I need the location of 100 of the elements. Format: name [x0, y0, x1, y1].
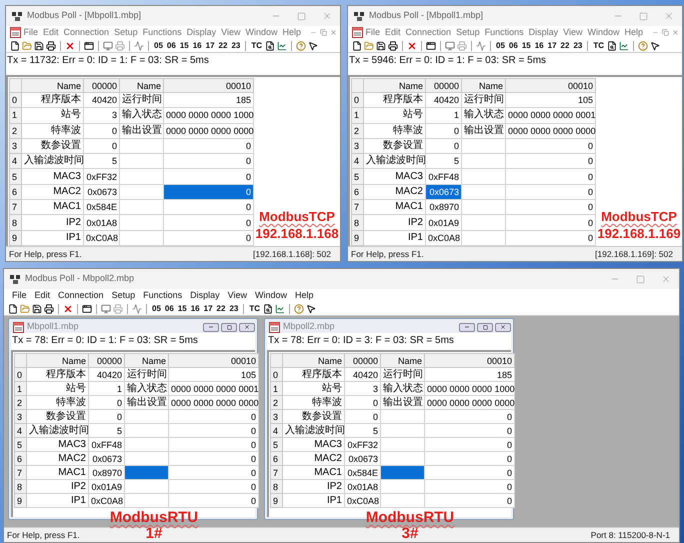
- menu-item[interactable]: Setup: [108, 288, 140, 302]
- table-cell[interactable]: 0x0673: [84, 184, 120, 200]
- menu-item[interactable]: Window: [585, 26, 622, 40]
- table-cell[interactable]: 0x584E: [344, 466, 380, 480]
- table-cell[interactable]: 入输滤波时间: [22, 154, 84, 169]
- table-cell[interactable]: 0: [164, 168, 254, 184]
- table-cell[interactable]: IP1: [26, 494, 88, 508]
- table-cell[interactable]: 40420: [88, 368, 124, 382]
- table-cell[interactable]: MAC3: [26, 438, 88, 452]
- function-code-button[interactable]: 17: [546, 40, 558, 52]
- function-code-button[interactable]: TC: [250, 40, 264, 52]
- table-cell[interactable]: MAC1: [282, 466, 344, 480]
- table-cell[interactable]: 0: [164, 214, 254, 230]
- table-cell[interactable]: MAC3: [282, 438, 344, 452]
- table-cell[interactable]: 输入状态: [380, 382, 424, 396]
- table-cell[interactable]: 0: [506, 200, 596, 215]
- function-code-button[interactable]: TC: [592, 40, 606, 52]
- menu-item[interactable]: View: [224, 288, 252, 302]
- table-cell[interactable]: 输出设置: [124, 396, 168, 410]
- table-cell[interactable]: 入输滤波时间: [282, 424, 344, 438]
- table-cell[interactable]: 0: [164, 230, 254, 246]
- function-code-button[interactable]: 05: [151, 302, 162, 314]
- table-cell[interactable]: 运行时间: [462, 92, 506, 108]
- table-cell[interactable]: 程序版本: [22, 92, 84, 108]
- function-code-button[interactable]: 23: [230, 40, 242, 52]
- table-cell[interactable]: 特率波: [364, 123, 426, 138]
- table-cell[interactable]: 0: [84, 123, 120, 138]
- table-cell[interactable]: MAC1: [26, 466, 88, 480]
- function-code-button[interactable]: 23: [228, 302, 240, 314]
- table-cell[interactable]: 0: [506, 138, 596, 154]
- table-cell[interactable]: 0000 0000 0000 0000: [164, 123, 254, 138]
- table-cell[interactable]: IP2: [282, 480, 344, 494]
- table-cell[interactable]: 运行时间: [380, 368, 424, 382]
- table-cell[interactable]: 0x0673: [88, 452, 124, 466]
- table-cell[interactable]: 输入状态: [120, 108, 164, 124]
- table-cell[interactable]: MAC2: [282, 452, 344, 466]
- table-cell[interactable]: 0: [168, 480, 258, 494]
- table-cell[interactable]: 0x01A9: [88, 480, 124, 494]
- table-cell[interactable]: IP1: [282, 494, 344, 508]
- table-cell[interactable]: 程序版本: [364, 92, 426, 108]
- table-cell[interactable]: 0: [424, 480, 514, 494]
- table-cell[interactable]: 0: [426, 138, 462, 154]
- table-cell[interactable]: 5: [344, 424, 380, 438]
- table-cell[interactable]: 运行时间: [124, 368, 168, 382]
- table-cell[interactable]: 0x0673: [344, 452, 380, 466]
- table-cell[interactable]: 185: [424, 368, 514, 382]
- menu-item[interactable]: Help: [280, 26, 304, 40]
- table-cell[interactable]: 入输滤波时间: [26, 424, 88, 438]
- table-cell[interactable]: 0000 0000 0000 0001: [506, 108, 596, 124]
- table-cell[interactable]: MAC2: [26, 452, 88, 466]
- table-cell[interactable]: 0: [168, 466, 258, 480]
- function-code-button[interactable]: 15: [176, 302, 188, 314]
- table-cell[interactable]: IP1: [22, 230, 84, 246]
- table-cell[interactable]: 输出设置: [120, 123, 164, 138]
- menu-item[interactable]: Window: [243, 26, 280, 40]
- table-cell[interactable]: 0: [84, 138, 120, 154]
- table-cell[interactable]: 特率波: [282, 396, 344, 410]
- menu-item[interactable]: Connection: [54, 288, 108, 302]
- table-cell[interactable]: 0x01A9: [426, 214, 462, 230]
- table-cell[interactable]: 0x01A8: [344, 480, 380, 494]
- table-cell[interactable]: 0: [88, 396, 124, 410]
- table-cell[interactable]: 0x0673: [426, 184, 462, 200]
- table-cell[interactable]: 数参设置: [364, 138, 426, 154]
- table-cell[interactable]: IP2: [26, 480, 88, 494]
- function-code-button[interactable]: 06: [166, 40, 177, 52]
- table-cell[interactable]: 0: [424, 424, 514, 438]
- menu-item[interactable]: Edit: [382, 26, 404, 40]
- table-cell[interactable]: 程序版本: [26, 368, 88, 382]
- table-cell[interactable]: 0: [168, 410, 258, 424]
- table-cell[interactable]: 入输滤波时间: [364, 154, 426, 169]
- table-cell[interactable]: 站号: [22, 108, 84, 124]
- table-cell[interactable]: 5: [88, 424, 124, 438]
- table-cell[interactable]: 运行时间: [120, 92, 164, 108]
- function-code-button[interactable]: 17: [204, 40, 216, 52]
- menu-item[interactable]: Edit: [40, 26, 62, 40]
- table-cell[interactable]: MAC2: [22, 184, 84, 200]
- table-cell[interactable]: 0: [424, 438, 514, 452]
- table-cell[interactable]: 0000 0000 0000 1000: [164, 108, 254, 124]
- table-cell[interactable]: IP2: [22, 214, 84, 230]
- table-cell[interactable]: 0: [506, 184, 596, 200]
- table-cell[interactable]: 0xC0A8: [88, 494, 124, 508]
- function-code-button[interactable]: 15: [520, 40, 532, 52]
- table-cell[interactable]: 3: [344, 382, 380, 396]
- table-cell[interactable]: 105: [168, 368, 258, 382]
- function-code-button[interactable]: 22: [560, 40, 570, 52]
- table-cell[interactable]: 0: [424, 466, 514, 480]
- menu-item[interactable]: Display: [184, 26, 219, 40]
- table-cell[interactable]: 0xFF32: [84, 168, 120, 184]
- table-cell[interactable]: 0000 0000 0000 0000: [424, 396, 514, 410]
- function-code-button[interactable]: 16: [192, 40, 203, 52]
- table-cell[interactable]: 0000 0000 0000 0000: [168, 396, 258, 410]
- table-cell[interactable]: 0xFF48: [426, 168, 462, 184]
- table-cell[interactable]: 0xC0A8: [426, 230, 462, 246]
- table-cell[interactable]: IP2: [364, 214, 426, 230]
- table-cell[interactable]: 0xC0A8: [344, 494, 380, 508]
- table-cell[interactable]: 输出设置: [380, 396, 424, 410]
- table-cell[interactable]: 0: [164, 200, 254, 215]
- table-cell[interactable]: 105: [506, 92, 596, 108]
- function-code-button[interactable]: 15: [178, 40, 190, 52]
- table-cell[interactable]: 0: [344, 410, 380, 424]
